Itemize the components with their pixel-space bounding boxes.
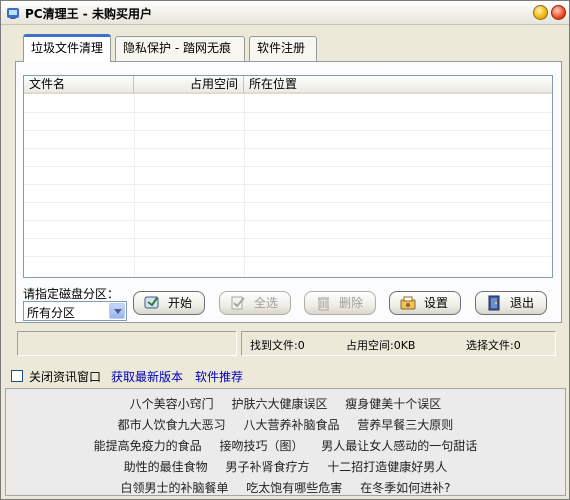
- table-header: 文件名 占用空间 所在位置: [24, 76, 552, 94]
- row-divider: [24, 220, 552, 221]
- software-recommend-link[interactable]: 软件推荐: [195, 368, 243, 385]
- column-divider: [134, 94, 135, 277]
- delete-button-label: 删除: [339, 296, 364, 310]
- disk-partition-label: 请指定磁盘分区：: [23, 287, 120, 301]
- disk-partition-value: 所有分区: [27, 306, 76, 320]
- delete-button[interactable]: 删除: [304, 291, 376, 315]
- news-link-row[interactable]: 八个美容小窍门 护肤六大健康误区 瘦身健美十个误区: [6, 395, 565, 412]
- column-divider: [244, 94, 245, 277]
- space-used-count: 占用空间:0KB: [346, 339, 416, 352]
- row-divider: [24, 202, 552, 203]
- disk-partition-select[interactable]: 所有分区: [23, 301, 127, 321]
- exit-button-label: 退出: [510, 296, 535, 310]
- close-button[interactable]: [551, 5, 566, 20]
- app-window: PC清理王 - 未购买用户 垃圾文件清理 隐私保护 - 踏网无痕 软件注册 文件…: [0, 0, 570, 500]
- status-bar: 找到文件:0 占用空间:0KB 选择文件:0: [241, 331, 556, 356]
- trash-icon: [318, 297, 329, 311]
- exit-button[interactable]: 退出: [475, 291, 547, 315]
- row-divider: [24, 238, 552, 239]
- title-bar[interactable]: PC清理王 - 未购买用户: [1, 1, 569, 25]
- select-all-button-label: 全选: [254, 296, 279, 310]
- tab-junk-clean[interactable]: 垃圾文件清理: [23, 34, 111, 62]
- found-files-count: 找到文件:0: [250, 339, 305, 352]
- row-divider: [24, 148, 552, 149]
- row-divider: [24, 166, 552, 167]
- settings-icon: [400, 296, 416, 310]
- column-header-location[interactable]: 所在位置: [244, 76, 552, 94]
- minimize-button[interactable]: [533, 5, 548, 20]
- status-progress-area: [17, 331, 237, 356]
- selected-files-count: 选择文件:0: [466, 339, 521, 352]
- column-header-size[interactable]: 占用空间: [134, 76, 244, 94]
- app-logo-icon: [7, 8, 19, 19]
- chevron-down-icon[interactable]: [109, 303, 125, 319]
- row-divider: [24, 112, 552, 113]
- tab-privacy[interactable]: 隐私保护 - 踏网无痕: [115, 36, 245, 61]
- file-list-table[interactable]: 文件名 占用空间 所在位置: [23, 75, 553, 278]
- row-divider: [24, 130, 552, 131]
- select-all-icon: [231, 296, 245, 310]
- news-link-row[interactable]: 白领男士的补脑餐单 吃太饱有哪些危害 在冬季如何进补?: [6, 479, 565, 496]
- window-title: PC清理王 - 未购买用户: [25, 7, 152, 21]
- start-scan-icon: [144, 296, 159, 309]
- start-button-label: 开始: [168, 296, 193, 310]
- tab-registration[interactable]: 软件注册: [249, 36, 317, 61]
- close-news-label[interactable]: 关闭资讯窗口: [29, 368, 101, 385]
- select-all-button[interactable]: 全选: [219, 291, 291, 315]
- news-link-row[interactable]: 能提高免疫力的食品 接吻技巧（图） 男人最让女人感动的一句甜话: [6, 437, 565, 454]
- exit-door-icon: [488, 295, 500, 311]
- row-divider: [24, 256, 552, 257]
- start-button[interactable]: 开始: [133, 291, 205, 315]
- settings-button-label: 设置: [424, 296, 449, 310]
- news-link-row[interactable]: 助性的最佳食物 男子补肾食疗方 十二招打造健康好男人: [6, 458, 565, 475]
- column-header-filename[interactable]: 文件名: [24, 76, 134, 94]
- row-divider: [24, 184, 552, 185]
- news-link-row[interactable]: 都市人饮食九大恶习 八大营养补脑食品 营养早餐三大原则: [6, 416, 565, 433]
- settings-button[interactable]: 设置: [389, 291, 461, 315]
- get-latest-version-link[interactable]: 获取最新版本: [111, 368, 183, 385]
- close-news-checkbox[interactable]: [11, 370, 23, 382]
- news-panel: 八个美容小窍门 护肤六大健康误区 瘦身健美十个误区 都市人饮食九大恶习 八大营养…: [5, 388, 566, 496]
